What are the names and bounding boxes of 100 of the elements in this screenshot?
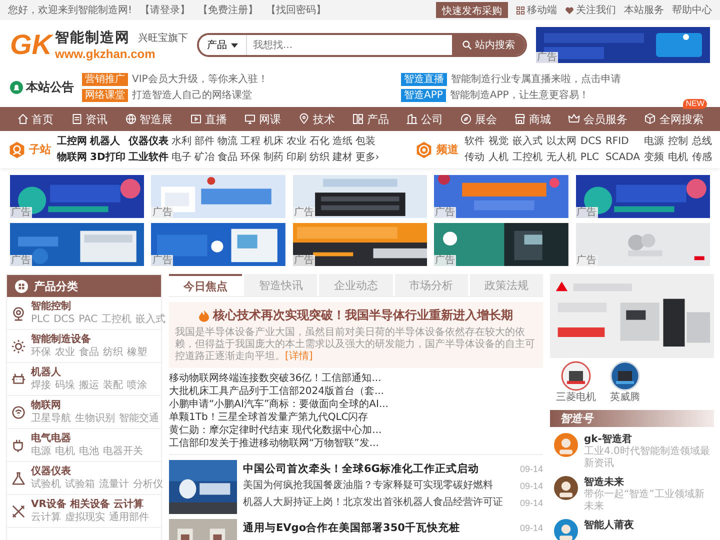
- channel-link[interactable]: 工控机: [512, 151, 542, 164]
- news-link[interactable]: 单颗1Tb！三星全球首发量产第九代QLC闪存: [169, 411, 543, 424]
- nav-link[interactable]: 技术: [298, 112, 335, 126]
- channel-link[interactable]: 视觉: [488, 135, 508, 148]
- top-link[interactable]: 移动端: [516, 3, 557, 17]
- top-link[interactable]: 【免费注册】: [198, 3, 258, 17]
- nav-link[interactable]: 全网搜索: [644, 112, 704, 126]
- category-link[interactable]: 机器人: [31, 366, 147, 379]
- top-link[interactable]: 帮助中心: [672, 3, 712, 17]
- site-link[interactable]: 制药: [263, 151, 284, 164]
- category-link[interactable]: 智能制造设备: [31, 333, 147, 346]
- notice-link[interactable]: VIP会员大升级，等你来入驻！: [132, 72, 268, 86]
- top-link[interactable]: 【找回密码】: [266, 3, 326, 17]
- news-title[interactable]: 通用与EVgo合作在美国部署350千瓦快充桩: [243, 521, 460, 535]
- news-title[interactable]: 机器人大厨持证上岗！北京发出首张机器人食品经营许可证: [243, 496, 503, 510]
- channel-link[interactable]: 总线: [692, 135, 712, 148]
- news-link[interactable]: 大批机床工具产品列于工信部2024版首台（套...: [169, 385, 543, 398]
- top-link[interactable]: 本站服务: [624, 3, 664, 17]
- site-link[interactable]: 更多›: [355, 151, 380, 164]
- site-link[interactable]: 电子: [171, 151, 192, 164]
- site-link[interactable]: 机床: [263, 135, 284, 148]
- news-link[interactable]: 黄仁勋：摩尔定律时代结束 现代化数据中心加...: [169, 424, 543, 437]
- notice-link[interactable]: 打造智造人自己的网络课堂: [132, 88, 252, 102]
- site-link[interactable]: 矿冶: [194, 151, 214, 164]
- account-name[interactable]: 智能人莆夜: [584, 519, 634, 532]
- channel-link[interactable]: 软件: [464, 135, 484, 148]
- category-link[interactable]: 智能控制: [31, 300, 166, 313]
- channel-link[interactable]: PLC: [580, 151, 602, 164]
- nav-link[interactable]: 公司: [406, 112, 444, 126]
- site-link[interactable]: 包装: [355, 135, 380, 148]
- news-link[interactable]: 移动物联网终端连接数突破36亿！工信部通知...: [169, 372, 543, 385]
- channel-link[interactable]: RFID: [605, 135, 640, 148]
- site-link[interactable]: 石化: [309, 135, 330, 148]
- channel-link[interactable]: SCADA: [605, 151, 640, 164]
- channel-link[interactable]: 嵌入式: [512, 135, 542, 148]
- channel-link[interactable]: 变频: [644, 151, 664, 164]
- site-link[interactable]: 机器人: [90, 135, 126, 148]
- channel-link[interactable]: 人机: [488, 151, 508, 164]
- site-link[interactable]: 部件: [194, 135, 214, 148]
- avatar-icon[interactable]: [554, 433, 578, 457]
- category-dropdown[interactable]: 产品: [199, 35, 247, 55]
- site-link[interactable]: 食品: [217, 151, 238, 164]
- site-link[interactable]: 工控网: [57, 135, 87, 148]
- news-title[interactable]: 中国公司首次牵头！全球6G标准化工作正式启动: [243, 462, 479, 476]
- nav-link[interactable]: 商城: [514, 112, 552, 126]
- nav-link[interactable]: 智造展: [124, 112, 173, 126]
- category-link[interactable]: 电气电器: [31, 432, 143, 445]
- top-link[interactable]: 【请登录】: [140, 3, 190, 17]
- channel-link[interactable]: 电源: [644, 135, 664, 148]
- channel-link[interactable]: 电机: [668, 151, 688, 164]
- account-name[interactable]: 智造未来: [584, 476, 710, 489]
- channel-link[interactable]: 传动: [464, 151, 484, 164]
- site-link[interactable]: 印刷: [286, 151, 306, 164]
- nav-link[interactable]: 会员服务: [568, 112, 628, 126]
- channel-link[interactable]: 以太网: [546, 135, 576, 148]
- site-link[interactable]: 农业: [286, 135, 306, 148]
- nav-link[interactable]: 产品: [352, 112, 389, 126]
- category-link[interactable]: 仪器仪表: [31, 465, 163, 478]
- avatar-icon[interactable]: [554, 476, 578, 500]
- nav-link[interactable]: 资讯: [70, 112, 108, 126]
- grid-icon: [516, 6, 525, 14]
- site-link[interactable]: 物流: [217, 135, 238, 148]
- search-input[interactable]: 我想找...: [247, 40, 452, 50]
- channel-link[interactable]: 传感: [692, 151, 712, 164]
- channel-title: 频道: [436, 142, 458, 157]
- nav-link[interactable]: 直播: [190, 112, 227, 126]
- site-link[interactable]: 工程: [240, 135, 260, 148]
- site-link[interactable]: 仪器仪表: [128, 135, 168, 148]
- publish-button[interactable]: 快速发布采购: [436, 2, 508, 18]
- site-link[interactable]: 工业软件: [128, 151, 168, 164]
- notice-link[interactable]: 智能制造APP，让生意更容易！: [450, 88, 589, 102]
- account-name[interactable]: gk-智造君: [584, 433, 710, 446]
- headline-link[interactable]: 核心技术再次实现突破！我国半导体行业重新进入增长期: [213, 307, 513, 324]
- site-link[interactable]: 物联网: [57, 151, 87, 164]
- site-link[interactable]: 环保: [240, 151, 260, 164]
- channel-link[interactable]: 控制: [668, 135, 688, 148]
- nav-link[interactable]: 网课: [244, 112, 281, 126]
- site-link[interactable]: 3D打印: [90, 151, 126, 164]
- site-link[interactable]: 建材: [332, 151, 352, 164]
- play-icon: [190, 113, 202, 125]
- notice-tag: 智造直播: [401, 72, 447, 86]
- category-link[interactable]: 物联网: [31, 399, 159, 412]
- nav-link[interactable]: 展会: [460, 112, 498, 126]
- channel-link[interactable]: 无人机: [546, 151, 576, 164]
- category-link[interactable]: VR设备 相关设备 云计算: [31, 498, 149, 511]
- news-title[interactable]: 美国为何疯抢我国餐废油脂？专家释疑可实现零碳好燃料: [243, 479, 493, 493]
- top-link[interactable]: 关注我们: [565, 3, 616, 17]
- home-icon: [16, 113, 29, 125]
- site-link[interactable]: 造纸: [332, 135, 352, 148]
- site-link[interactable]: 水利: [171, 135, 192, 148]
- channel-link[interactable]: DCS: [580, 135, 602, 148]
- news-link[interactable]: 工信部印发关于推进移动物联网“万物智联”发...: [169, 437, 543, 450]
- search-button[interactable]: 站内搜索: [452, 35, 525, 55]
- avatar-icon[interactable]: [554, 519, 578, 540]
- nav-link[interactable]: 首页: [16, 112, 54, 126]
- brand-thumbnail[interactable]: [561, 361, 591, 391]
- notice-link[interactable]: 智能制造行业专属直播来啦，点击申请: [451, 72, 621, 86]
- news-link[interactable]: 小鹏申请“小鹏AI汽车”商标：要做面向全球的AI...: [169, 398, 543, 411]
- site-link[interactable]: 纺织: [309, 151, 330, 164]
- ad-label: 广告: [10, 255, 32, 266]
